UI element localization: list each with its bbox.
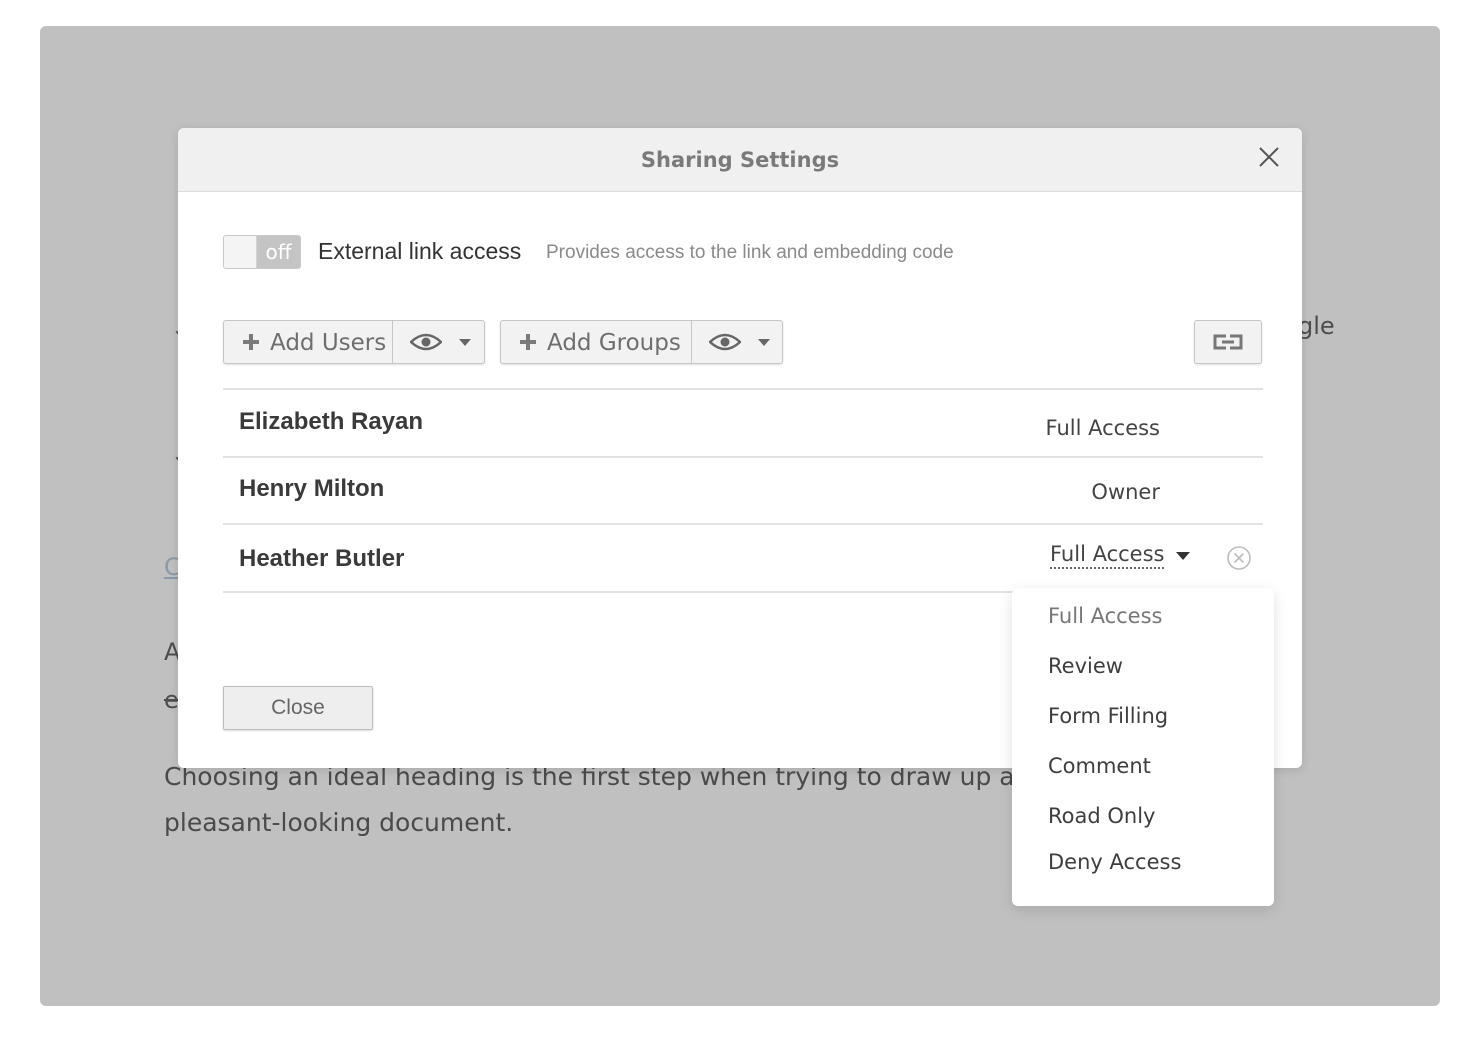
close-icon[interactable] [1256, 144, 1282, 170]
user-name: Heather Butler [239, 545, 405, 572]
copy-link-button[interactable] [1194, 320, 1262, 364]
external-link-description: Provides access to the link and embeddin… [546, 242, 954, 263]
plus-icon [520, 334, 536, 350]
eye-icon [709, 333, 741, 351]
menu-item-review[interactable]: Review [1048, 654, 1123, 678]
user-name: Elizabeth Rayan [239, 408, 424, 435]
background-paragraph-line: pleasant-looking document. [164, 808, 514, 837]
divider [223, 523, 1263, 525]
dialog-title: Sharing Settings [640, 148, 840, 172]
access-level-value: Full Access [1050, 542, 1165, 569]
menu-item-full-access[interactable]: Full Access [1048, 604, 1162, 628]
add-groups-button-group: Add Groups [500, 320, 783, 364]
user-access-level: Owner [1091, 480, 1160, 504]
eye-icon [410, 333, 442, 351]
menu-item-road-only[interactable]: Road Only [1048, 804, 1155, 828]
background-text-fragment: gle [1298, 312, 1335, 340]
menu-item-form-filling[interactable]: Form Filling [1048, 704, 1168, 728]
external-link-toggle[interactable]: off [223, 235, 301, 269]
plus-icon [243, 334, 259, 350]
dialog-header: Sharing Settings [178, 128, 1302, 192]
access-level-menu: Full Access Review Form Filling Comment … [1012, 588, 1274, 906]
access-level-select[interactable]: Full Access [1050, 542, 1190, 576]
add-groups-button[interactable]: Add Groups [501, 321, 691, 363]
chevron-down-icon [758, 339, 770, 346]
background-text-fragment: e [164, 686, 179, 714]
divider [223, 591, 1013, 593]
users-permission-dropdown[interactable] [393, 321, 484, 363]
menu-item-comment[interactable]: Comment [1048, 754, 1151, 778]
groups-permission-dropdown[interactable] [692, 321, 782, 363]
remove-user-icon[interactable] [1226, 545, 1252, 571]
add-users-label: Add Users [270, 330, 387, 356]
toggle-state-label: off [257, 236, 300, 268]
add-users-button[interactable]: Add Users [224, 321, 392, 363]
chevron-down-icon [459, 339, 471, 346]
add-users-button-group: Add Users [223, 320, 485, 364]
link-icon [1213, 334, 1243, 350]
close-button[interactable]: Close [223, 686, 373, 730]
user-name: Henry Milton [239, 475, 385, 502]
caret-down-icon [1176, 552, 1190, 560]
divider [223, 388, 1263, 390]
add-groups-label: Add Groups [547, 330, 681, 356]
external-link-label: External link access [318, 238, 522, 264]
toggle-knob [224, 236, 257, 268]
user-access-level: Full Access [1045, 416, 1160, 440]
menu-item-deny-access[interactable]: Deny Access [1048, 850, 1181, 874]
divider [223, 456, 1263, 458]
